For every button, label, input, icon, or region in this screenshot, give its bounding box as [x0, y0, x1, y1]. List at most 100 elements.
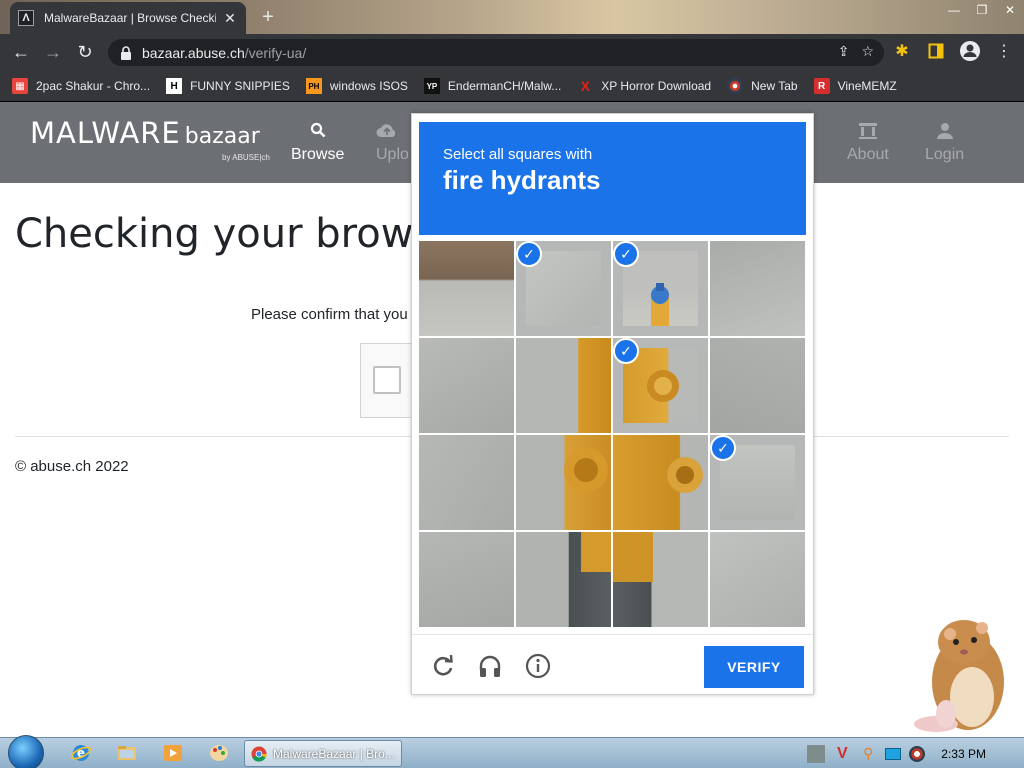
bookmark-favicon-icon: H	[166, 78, 183, 94]
bookmark-favicon-icon	[727, 78, 744, 94]
bookmark-item[interactable]: X XP Horror Download	[577, 78, 712, 94]
captcha-tile[interactable]	[613, 532, 708, 627]
captcha-tile[interactable]	[613, 435, 708, 530]
file-explorer-icon[interactable]	[116, 742, 138, 764]
bookmark-item[interactable]: New Tab	[727, 78, 798, 94]
browser-tab[interactable]: Λ MalwareBazaar | Browse Checkin ✕	[10, 2, 246, 34]
bookmark-label: VineMEMZ	[837, 79, 897, 93]
checkmark-icon: ✓	[613, 241, 639, 267]
nav-browse[interactable]: Browse	[291, 122, 344, 164]
bookmark-item[interactable]: H FUNNY SNIPPIES	[166, 78, 290, 94]
taskbar-window-label: MalwareBazaar | Bro...	[273, 746, 395, 761]
captcha-tile[interactable]	[419, 241, 514, 336]
internet-explorer-icon[interactable]: e	[70, 742, 92, 764]
captcha-tile[interactable]	[710, 338, 805, 433]
browser-tab-strip: Λ MalwareBazaar | Browse Checkin ✕ + — ❐…	[0, 0, 1024, 34]
bookmark-favicon-icon: PH	[305, 78, 322, 94]
captcha-tile[interactable]	[419, 338, 514, 433]
forward-icon[interactable]: →	[42, 42, 64, 64]
extensions-puzzle-icon[interactable]: ✱	[890, 39, 914, 63]
media-player-icon[interactable]	[162, 742, 184, 764]
captcha-tile[interactable]	[516, 338, 611, 433]
nav-login-label: Login	[925, 146, 965, 163]
paint-app-icon[interactable]	[208, 742, 230, 764]
bookmark-label: New Tab	[751, 79, 798, 93]
window-controls: — ❐ ✕	[940, 0, 1024, 20]
malwarebazaar-favicon-icon: Λ	[18, 10, 34, 26]
menu-kebab-icon[interactable]: ⋮	[992, 39, 1016, 63]
confirm-human-text: Please confirm that you	[251, 306, 408, 323]
bookmark-label: EndermanCH/Malw...	[447, 79, 562, 93]
tab-close-icon[interactable]: ✕	[222, 10, 238, 27]
cloud-upload-icon	[376, 122, 409, 142]
checkmark-icon: ✓	[613, 338, 639, 364]
bookmark-star-icon[interactable]: ☆	[861, 43, 874, 60]
tab-title: MalwareBazaar | Browse Checkin	[44, 11, 216, 25]
bookmark-item[interactable]: YP EndermanCH/Malw...	[423, 78, 562, 94]
captcha-tile[interactable]	[516, 532, 611, 627]
bookmark-favicon-icon: ▦	[12, 78, 28, 94]
captcha-tile[interactable]	[710, 532, 805, 627]
bookmark-item[interactable]: ▦ 2pac Shakur - Chro...	[12, 78, 150, 94]
nav-login[interactable]: Login	[925, 122, 964, 164]
back-icon[interactable]: ←	[10, 42, 32, 64]
captcha-tile-selected[interactable]: ✓	[613, 338, 708, 433]
captcha-tile[interactable]	[419, 532, 514, 627]
tray-volume-icon[interactable]	[909, 745, 926, 762]
nav-about[interactable]: About	[847, 122, 889, 164]
nav-upload[interactable]: Uplo	[376, 122, 409, 164]
taskbar-chrome-window[interactable]: MalwareBazaar | Bro...	[244, 740, 402, 767]
captcha-tile-selected[interactable]: ✓	[516, 241, 611, 336]
footer-copyright: © abuse.ch 2022	[15, 458, 129, 475]
side-panel-icon[interactable]	[924, 39, 948, 63]
captcha-checkbox[interactable]	[373, 366, 401, 394]
user-icon	[925, 122, 964, 142]
captcha-tile-selected[interactable]: ✓	[613, 241, 708, 336]
captcha-tile[interactable]	[710, 241, 805, 336]
captcha-challenge: Select all squares with fire hydrants ✓ …	[411, 113, 814, 695]
share-icon[interactable]: ⇪	[838, 43, 850, 60]
verify-button[interactable]: VERIFY	[704, 646, 804, 688]
browser-toolbar: ← → ↻ bazaar.abuse.ch/verify-ua/ ⇪ ☆ ✱ ⋮	[0, 34, 1024, 71]
audio-challenge-headphones-icon[interactable]	[477, 653, 503, 679]
captcha-tile-selected[interactable]: ✓	[710, 435, 805, 530]
bookmarks-bar: ▦ 2pac Shakur - Chro... H FUNNY SNIPPIES…	[0, 71, 1024, 102]
tray-search-icon[interactable]: ⚲	[859, 745, 877, 762]
taskbar-clock[interactable]: 2:33 PM	[941, 747, 986, 761]
captcha-footer: VERIFY	[412, 634, 813, 694]
captcha-tile[interactable]	[516, 435, 611, 530]
logo-by-text: by ABUSE|ch	[222, 153, 270, 162]
reload-challenge-icon[interactable]	[430, 653, 456, 679]
bookmark-favicon-icon: YP	[423, 78, 440, 94]
bookmark-label: FUNNY SNIPPIES	[190, 79, 290, 93]
logo-sub-text: bazaar	[184, 124, 260, 149]
address-bar[interactable]: bazaar.abuse.ch/verify-ua/ ⇪ ☆	[108, 39, 884, 66]
url-host: bazaar.abuse.ch	[142, 44, 245, 61]
tray-display-icon[interactable]	[885, 747, 902, 760]
tray-app-icon[interactable]	[807, 744, 826, 763]
start-orb-icon[interactable]	[8, 735, 44, 768]
checkmark-icon: ✓	[516, 241, 542, 267]
bookmark-item[interactable]: R VineMEMZ	[813, 78, 897, 94]
bookmark-item[interactable]: PH windows ISOS	[305, 78, 408, 94]
bookmark-label: XP Horror Download	[601, 79, 712, 93]
restore-icon[interactable]: ❐	[968, 0, 996, 20]
malwarebazaar-logo[interactable]: MALWARE bazaar by ABUSE|ch	[30, 116, 270, 162]
new-tab-icon[interactable]: +	[258, 7, 278, 27]
captcha-tile[interactable]	[419, 435, 514, 530]
reload-icon[interactable]: ↻	[74, 42, 96, 64]
lock-icon	[121, 45, 131, 60]
window-close-icon[interactable]: ✕	[996, 0, 1024, 20]
info-icon[interactable]	[525, 653, 551, 679]
nav-upload-label: Uplo	[376, 146, 409, 163]
captcha-target: fire hydrants	[443, 165, 601, 195]
profile-avatar-icon[interactable]	[958, 39, 982, 63]
minimize-icon[interactable]: —	[940, 0, 968, 20]
system-tray: V ⚲ 2:33 PM	[803, 738, 1024, 768]
bookmark-favicon-icon: R	[813, 78, 830, 94]
tray-v-icon[interactable]: V	[833, 745, 851, 763]
captcha-header: Select all squares with fire hydrants	[419, 122, 806, 235]
bookmark-favicon-icon: X	[580, 78, 590, 94]
nav-about-label: About	[847, 146, 889, 163]
chrome-icon	[251, 746, 267, 762]
